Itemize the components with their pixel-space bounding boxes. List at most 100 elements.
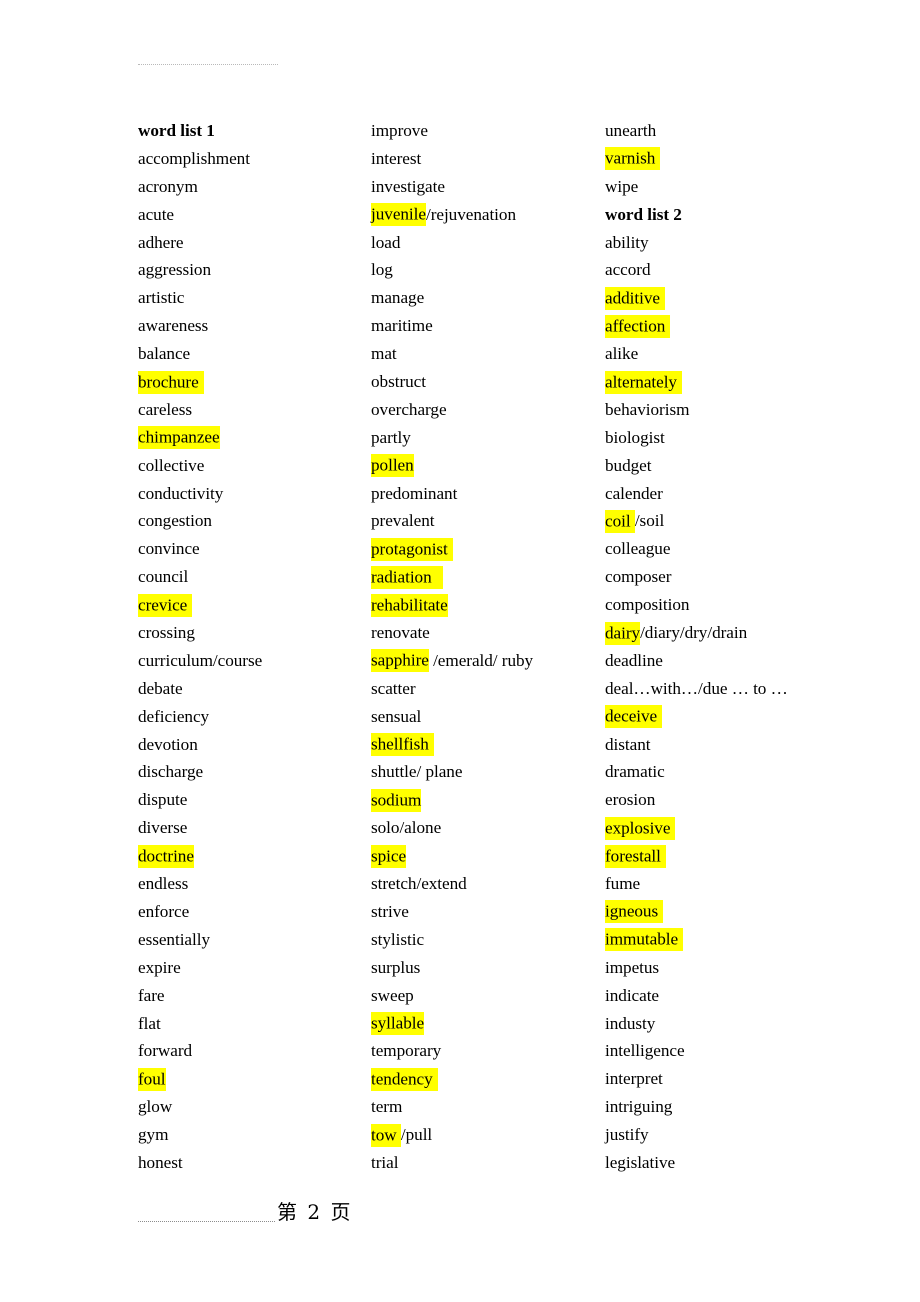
word-entry: gym bbox=[138, 1121, 371, 1149]
highlighted-text: pollen bbox=[371, 454, 414, 478]
plain-text: improve bbox=[371, 121, 428, 140]
word-entry: improve bbox=[371, 117, 605, 145]
word-entry: foul bbox=[138, 1065, 371, 1093]
word-entry: composer bbox=[605, 563, 898, 591]
word-entry: honest bbox=[138, 1149, 371, 1177]
word-entry: behaviorism bbox=[605, 396, 898, 424]
plain-text: accord bbox=[605, 260, 651, 280]
plain-text: honest bbox=[138, 1152, 183, 1172]
word-entry: collective bbox=[138, 452, 371, 480]
word-entry: stylistic bbox=[371, 926, 605, 954]
plain-text: word list 1 bbox=[138, 121, 215, 140]
plain-text: artistic bbox=[138, 288, 185, 308]
word-entry: aggression bbox=[138, 256, 371, 284]
column-right: unearth varnish wipe word list 2 ability acco… bbox=[605, 117, 898, 1177]
plain-text: curriculum/course bbox=[138, 650, 263, 670]
word-entry: interest bbox=[371, 145, 605, 173]
page-footer: 第 2 页 bbox=[138, 1192, 538, 1232]
plain-text: glow bbox=[138, 1097, 173, 1117]
word-entry: tendency bbox=[371, 1065, 605, 1093]
word-entry: syllable bbox=[371, 1010, 605, 1038]
highlighted-text: tow bbox=[371, 1123, 401, 1147]
word-entry: chimpanzee bbox=[138, 424, 371, 452]
plain-text: temporary bbox=[371, 1041, 442, 1061]
highlighted-text: explosive bbox=[605, 816, 676, 840]
word-entry: protagonist bbox=[371, 535, 605, 563]
word-entry: affection bbox=[605, 312, 898, 340]
plain-text: composition bbox=[605, 595, 690, 615]
highlighted-text: protagonist bbox=[371, 537, 453, 561]
plain-text: wipe bbox=[605, 176, 639, 196]
word-entry: solo/alone bbox=[371, 814, 605, 842]
word-entry: discharge bbox=[138, 758, 371, 786]
word-entry: council bbox=[138, 563, 371, 591]
plain-text: flat bbox=[138, 1013, 161, 1033]
word-entry: essentially bbox=[138, 926, 371, 954]
plain-text: enforce bbox=[138, 901, 190, 921]
word-entry: diverse bbox=[138, 814, 371, 842]
word-entry: acute bbox=[138, 201, 371, 229]
word-entry: pollen bbox=[371, 452, 605, 480]
word-entry: sodium bbox=[371, 786, 605, 814]
plain-text: deadline bbox=[605, 650, 663, 670]
word-entry: glow bbox=[138, 1093, 371, 1121]
word-entry: forward bbox=[138, 1037, 371, 1065]
plain-text: predominant bbox=[371, 483, 458, 503]
plain-text: unearth bbox=[605, 121, 657, 140]
word-entry: sweep bbox=[371, 982, 605, 1010]
word-entry: fare bbox=[138, 982, 371, 1010]
plain-text: gym bbox=[138, 1125, 169, 1145]
word-entry: predominant bbox=[371, 480, 605, 508]
word-entry: accomplishment bbox=[138, 145, 371, 173]
plain-text: interest bbox=[371, 148, 422, 168]
plain-text: council bbox=[138, 567, 189, 587]
word-entry: balance bbox=[138, 340, 371, 368]
word-entry: renovate bbox=[371, 619, 605, 647]
highlighted-text: immutable bbox=[605, 928, 684, 952]
plain-text: word list 2 bbox=[605, 204, 682, 224]
word-entry: maritime bbox=[371, 312, 605, 340]
word-entry: artistic bbox=[138, 284, 371, 312]
word-entry: unearth bbox=[605, 117, 898, 145]
plain-text: intelligence bbox=[605, 1041, 685, 1061]
highlighted-text: syllable bbox=[371, 1012, 424, 1035]
plain-text: convince bbox=[138, 539, 200, 559]
plain-text: deal…with…/due … to … bbox=[605, 678, 788, 698]
plain-text: erosion bbox=[605, 790, 656, 810]
word-entry: justify bbox=[605, 1121, 898, 1149]
highlighted-text: foul bbox=[138, 1067, 166, 1091]
plain-text: aggression bbox=[138, 260, 212, 280]
highlighted-text: crevice bbox=[138, 593, 193, 617]
document-page: word list 1 accomplishment acronym acute adh… bbox=[0, 0, 920, 1302]
page-number: 第 2 页 bbox=[277, 1200, 353, 1224]
word-entry: budget bbox=[605, 452, 898, 480]
highlighted-text: tendency bbox=[371, 1067, 438, 1091]
plain-text: /emerald/ ruby bbox=[428, 650, 534, 670]
highlighted-text: alternately bbox=[605, 370, 682, 394]
plain-text: crossing bbox=[138, 623, 195, 643]
word-entry: tow /pull bbox=[371, 1121, 605, 1149]
plain-text: budget bbox=[605, 455, 652, 475]
plain-text: maritime bbox=[371, 316, 433, 336]
plain-text: load bbox=[371, 232, 401, 252]
plain-text: renovate bbox=[371, 623, 430, 643]
word-entry: alike bbox=[605, 340, 898, 368]
word-entry: dispute bbox=[138, 786, 371, 814]
word-entry: endless bbox=[138, 870, 371, 898]
word-entry: fume bbox=[605, 870, 898, 898]
word-entry: partly bbox=[371, 424, 605, 452]
word-entry: stretch/extend bbox=[371, 870, 605, 898]
word-entry: intriguing bbox=[605, 1093, 898, 1121]
highlighted-text: dairy bbox=[605, 621, 640, 645]
word-entry: legislative bbox=[605, 1149, 898, 1177]
highlighted-text: brochure bbox=[138, 370, 204, 394]
word-entry: prevalent bbox=[371, 507, 605, 535]
plain-text: distant bbox=[605, 734, 651, 754]
word-list-columns: word list 1 accomplishment acronym acute adh… bbox=[138, 117, 898, 1177]
plain-text: ability bbox=[605, 232, 649, 252]
word-entry: wipe bbox=[605, 173, 898, 201]
plain-text: alike bbox=[605, 344, 639, 364]
word-entry: shuttle/ plane bbox=[371, 758, 605, 786]
plain-text: debate bbox=[138, 678, 183, 698]
word-entry: ability bbox=[605, 229, 898, 257]
